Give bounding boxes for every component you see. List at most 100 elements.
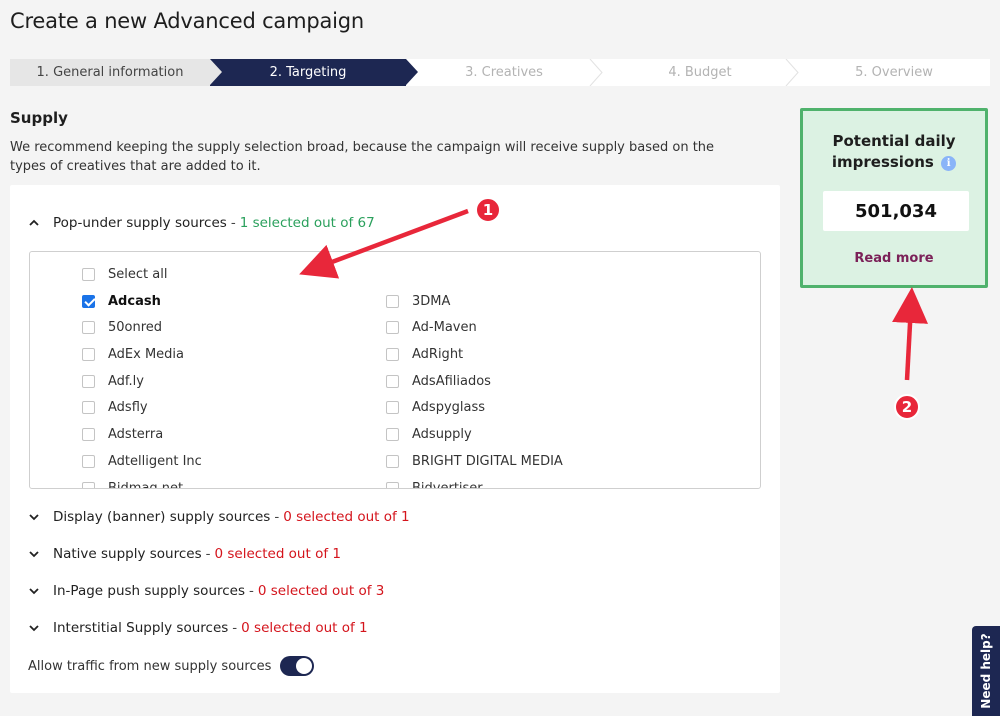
checkbox-label: Adsupply	[412, 426, 472, 442]
source-item[interactable]: Adspyglass	[386, 397, 485, 417]
checkbox-label: AdRight	[412, 346, 464, 362]
checkbox-label: Adcash	[108, 293, 161, 309]
checkbox[interactable]	[82, 347, 95, 361]
group-selected-count: 0 selected out of 1	[241, 620, 368, 636]
group-separator: -	[274, 509, 280, 525]
checkbox-label: 3DMA	[412, 293, 451, 309]
checkbox-label: 50onred	[108, 319, 163, 335]
step-budget[interactable]: 4. Budget	[602, 59, 799, 86]
step-overview[interactable]: 5. Overview	[798, 59, 990, 86]
checkbox[interactable]	[386, 427, 399, 441]
group-separator: -	[249, 583, 254, 599]
source-item[interactable]: Ad-Maven	[386, 317, 477, 337]
checkbox-label: Adspyglass	[412, 399, 486, 415]
source-item[interactable]: Adtelligent Inc	[82, 451, 202, 471]
step-label: 2. Targeting	[269, 65, 347, 80]
checkbox[interactable]	[82, 267, 95, 281]
group-selected-count: 0 selected out of 3	[257, 583, 385, 599]
help-label: Need help?	[979, 633, 993, 709]
group-label: In-Page push supply sources	[53, 583, 246, 599]
chevron-down-icon	[28, 548, 40, 560]
step-label: 4. Budget	[668, 65, 732, 80]
checkbox-label: Adsfly	[108, 399, 148, 415]
checkbox-label: AdEx Media	[108, 346, 185, 362]
source-item[interactable]: 50onred	[82, 317, 162, 337]
impressions-title-line2: impressions	[831, 153, 934, 171]
checkbox[interactable]	[82, 481, 95, 488]
checkbox[interactable]	[82, 427, 95, 441]
step-general-information[interactable]: 1. General information	[10, 59, 222, 86]
source-item[interactable]: AdsAfiliados	[386, 371, 491, 391]
group-label: Display (banner) supply sources	[53, 509, 271, 525]
checkbox[interactable]	[386, 320, 399, 334]
inpage-push-group-header[interactable]: In-Page push supply sources - 0 selected…	[28, 580, 384, 602]
need-help-tab[interactable]: Need help?	[972, 626, 1000, 716]
checkbox-label: Adtelligent Inc	[108, 453, 202, 469]
chevron-down-icon	[28, 585, 40, 597]
checkbox-label: Adf.ly	[108, 373, 144, 389]
step-targeting[interactable]: 2. Targeting	[210, 59, 418, 86]
group-selected-count: 0 selected out of 1	[214, 546, 341, 562]
group-label: Native supply sources	[53, 546, 202, 562]
impressions-value: 501,034	[823, 191, 969, 231]
checkbox[interactable]	[82, 400, 95, 414]
checkbox[interactable]	[386, 347, 399, 361]
native-group-header[interactable]: Native supply sources - 0 selected out o…	[28, 543, 341, 565]
group-selected-count: 1 selected out of 67	[239, 215, 375, 231]
checkbox[interactable]	[386, 374, 399, 388]
source-item[interactable]: Bidvertiser	[386, 478, 483, 489]
supply-card: Pop-under supply sources - 1 selected ou…	[10, 185, 780, 693]
step-label: 3. Creatives	[465, 65, 543, 80]
checkbox-label: Ad-Maven	[412, 319, 477, 335]
checkbox-label: Bidvertiser	[412, 480, 483, 489]
annotation-arrow-2	[892, 287, 929, 381]
source-item-adcash[interactable]: Adcash	[82, 291, 161, 311]
chevron-up-icon	[28, 217, 40, 229]
info-icon[interactable]: i	[941, 156, 957, 171]
page-title: Create a new Advanced campaign	[10, 9, 365, 33]
impressions-title: Potential daily impressions i	[803, 131, 985, 173]
annotation-badge-1: 1	[475, 197, 501, 223]
checkbox-label: AdsAfiliados	[412, 373, 491, 389]
chevron-down-icon	[28, 622, 40, 634]
checkbox[interactable]	[82, 320, 95, 334]
display-group-header[interactable]: Display (banner) supply sources - 0 sele…	[28, 506, 410, 528]
step-divider	[785, 59, 799, 86]
checkbox[interactable]	[386, 294, 399, 308]
source-item[interactable]: AdRight	[386, 344, 463, 364]
checkbox[interactable]	[82, 294, 95, 308]
supply-description: We recommend keeping the supply selectio…	[10, 140, 715, 174]
select-all-checkbox[interactable]: Select all	[82, 264, 167, 284]
source-item[interactable]: 3DMA	[386, 291, 450, 311]
source-item[interactable]: AdEx Media	[82, 344, 184, 364]
source-item[interactable]: BRIGHT DIGITAL MEDIA	[386, 451, 563, 471]
step-divider	[589, 59, 603, 86]
checkbox[interactable]	[82, 374, 95, 388]
impressions-title-line1: Potential daily	[832, 132, 956, 150]
source-item[interactable]: Bidmag.net	[82, 478, 184, 489]
source-item[interactable]: Adsterra	[82, 424, 163, 444]
checkbox-label: Adsterra	[108, 426, 164, 442]
group-label: Pop-under supply sources	[53, 215, 227, 231]
step-creatives[interactable]: 3. Creatives	[406, 59, 603, 86]
potential-impressions-panel: Potential daily impressions i 501,034 Re…	[800, 108, 988, 288]
annotation-badge-2: 2	[894, 394, 920, 420]
group-selected-count: 0 selected out of 1	[283, 509, 410, 525]
group-separator: -	[232, 620, 238, 636]
popunder-source-list[interactable]: Select all Adcash 50onred AdEx Media Adf…	[29, 251, 761, 489]
step-label: 5. Overview	[855, 65, 933, 80]
checkbox[interactable]	[82, 454, 95, 468]
source-item[interactable]: Adf.ly	[82, 371, 144, 391]
checkbox-label: Bidmag.net	[108, 480, 184, 489]
new-sources-toggle[interactable]	[280, 656, 315, 676]
checkbox[interactable]	[386, 481, 399, 488]
popunder-group-header[interactable]: Pop-under supply sources - 1 selected ou…	[28, 212, 375, 234]
read-more-link[interactable]: Read more	[803, 251, 985, 266]
source-item[interactable]: Adsupply	[386, 424, 472, 444]
interstitial-group-header[interactable]: Interstitial Supply sources - 0 selected…	[28, 617, 368, 639]
group-label: Interstitial Supply sources	[53, 620, 229, 636]
source-item[interactable]: Adsfly	[82, 397, 148, 417]
checkbox[interactable]	[386, 454, 399, 468]
checkbox[interactable]	[386, 400, 399, 414]
group-separator: -	[230, 215, 236, 231]
